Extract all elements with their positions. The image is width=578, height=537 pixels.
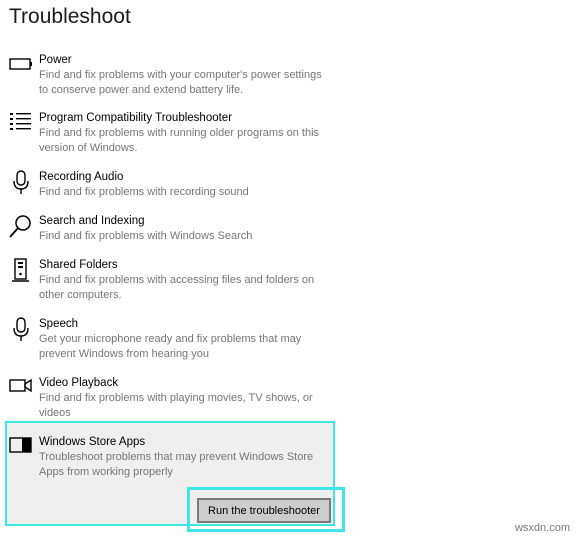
shared-folders-icon xyxy=(8,258,34,284)
item-title: Shared Folders xyxy=(39,259,118,271)
item-description-line: Apps from working properly xyxy=(39,465,173,478)
item-description-line: other computers. xyxy=(39,288,122,301)
item-description-line: Get your microphone ready and fix proble… xyxy=(39,333,302,345)
item-description-line: Find and fix problems with running older… xyxy=(39,127,320,139)
microphone-icon xyxy=(8,170,34,196)
watermark: wsxdn.com xyxy=(514,522,570,534)
item-description-line: Find and fix problems with playing movie… xyxy=(39,392,313,404)
item-description-line: Find and fix problems with accessing fil… xyxy=(39,274,315,286)
run-troubleshooter-button[interactable]: Run the troubleshooter xyxy=(197,498,331,523)
item-title: Recording Audio xyxy=(39,171,124,183)
item-description-line: prevent Windows from hearing you xyxy=(39,347,209,360)
page-title: Troubleshoot xyxy=(9,5,131,28)
item-description-line: Troubleshoot problems that may prevent W… xyxy=(39,451,314,463)
video-camera-icon xyxy=(8,376,34,402)
microphone-icon xyxy=(8,317,34,343)
item-description-line: to conserve power and extend battery lif… xyxy=(39,83,244,96)
item-title: Windows Store Apps xyxy=(39,436,146,448)
item-description-line: version of Windows. xyxy=(39,141,138,154)
item-description-line: Find and fix problems with recording sou… xyxy=(39,186,249,198)
item-title: Search and Indexing xyxy=(39,215,145,227)
item-description-line: Find and fix problems with your computer… xyxy=(39,69,322,81)
item-description-line: videos xyxy=(39,406,71,419)
item-title: Speech xyxy=(39,318,79,330)
item-description-line: Find and fix problems with Windows Searc… xyxy=(39,230,253,242)
store-apps-icon xyxy=(8,435,34,461)
list-icon xyxy=(8,111,34,137)
item-title: Power xyxy=(39,54,72,66)
item-title: Program Compatibility Troubleshooter xyxy=(39,112,233,124)
search-icon xyxy=(8,214,34,240)
item-title: Video Playback xyxy=(39,377,119,389)
battery-icon xyxy=(8,53,34,79)
